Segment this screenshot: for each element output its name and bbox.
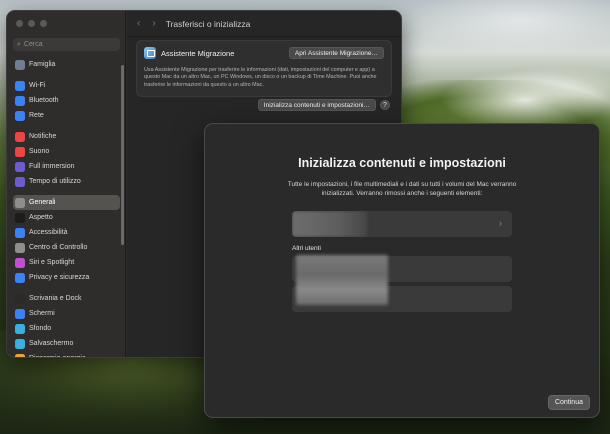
sidebar-item-label: Centro di Controllo (29, 244, 88, 251)
wallpaper-mist (440, 70, 610, 130)
gear-icon (15, 197, 25, 208)
notifications-icon (15, 131, 25, 142)
sidebar-item-label: Bluetooth (29, 97, 59, 104)
sidebar-item-risparmio-energia[interactable]: Risparmio energia (13, 351, 120, 357)
minimize-button[interactable] (28, 20, 35, 27)
screensaver-icon (15, 338, 25, 349)
sidebar-item-label: Scrivania e Dock (29, 295, 82, 302)
sidebar-item-label: Rete (29, 112, 44, 119)
migration-assistant-icon (144, 47, 156, 59)
sidebar-list: Famiglia Wi-Fi Bluetooth Rete Notifiche Suono… (13, 57, 120, 357)
erase-dialog: Inizializza contenuti e impostazioni Tut… (204, 123, 600, 418)
sidebar-item-wi-fi[interactable]: Wi-Fi (13, 78, 120, 93)
wallpaper-icon (15, 323, 25, 334)
sidebar-item-famiglia[interactable]: Famiglia (13, 57, 120, 72)
sidebar-item-label: Famiglia (29, 61, 56, 68)
window-controls (16, 20, 47, 27)
dialog-title: Inizializza contenuti e impostazioni (298, 156, 506, 170)
zoom-button[interactable] (40, 20, 47, 27)
sidebar-item-tempo-di-utilizzo[interactable]: Tempo di utilizzo (13, 174, 120, 189)
sidebar-item-label: Suono (29, 148, 50, 155)
sidebar-item-label: Salvaschermo (29, 340, 74, 347)
sidebar-item-label: Sfondo (29, 325, 52, 332)
redacted-content (296, 255, 388, 305)
erase-all-content-button[interactable]: Inizializza contenuti e impostazioni… (257, 99, 376, 111)
family-icon (15, 59, 25, 70)
network-icon (15, 110, 25, 121)
sidebar-item-centro-di-controllo[interactable]: Centro di Controllo (13, 240, 120, 255)
page-title: Trasferisci o inizializza (165, 18, 251, 29)
migration-title: Assistente Migrazione (161, 48, 235, 58)
help-icon[interactable]: ? (380, 100, 390, 110)
continue-button[interactable]: Continua (547, 395, 590, 410)
sidebar-item-label: Privacy e sicurezza (29, 274, 90, 281)
sidebar-item-bluetooth[interactable]: Bluetooth (13, 93, 120, 108)
sidebar-item-schermi[interactable]: Schermi (13, 306, 120, 321)
sidebar-item-sfondo[interactable]: Sfondo (13, 321, 120, 336)
open-migration-button[interactable]: Apri Assistente Migrazione… (288, 47, 384, 59)
search-icon: ⌕ (17, 40, 21, 48)
toolbar: ‹ › Trasferisci o inizializza (127, 11, 401, 37)
chevron-right-icon: › (499, 218, 502, 228)
sidebar-item-label: Aspetto (29, 214, 53, 221)
sidebar-item-accessibilit[interactable]: Accessibilità (13, 225, 120, 240)
sidebar-item-label: Notifiche (29, 133, 57, 140)
screen-time-icon (15, 176, 25, 187)
dialog-description: Tutte le impostazioni, i file multimedia… (287, 181, 517, 197)
sidebar-item-label: Full immersion (29, 163, 75, 170)
sidebar-item-label: Wi-Fi (29, 82, 46, 89)
accessibility-icon (15, 227, 25, 238)
sidebar-item-label: Siri e Spotlight (29, 259, 75, 266)
sidebar-item-label: Schermi (29, 310, 55, 317)
sidebar-item-label: Tempo di utilizzo (29, 178, 81, 185)
wifi-icon (15, 80, 25, 91)
sidebar-item-notifiche[interactable]: Notifiche (13, 129, 120, 144)
display-icon (15, 308, 25, 319)
sidebar-item-privacy-e-sicurezza[interactable]: Privacy e sicurezza (13, 270, 120, 285)
control-center-icon (15, 242, 25, 253)
back-chevron-icon[interactable]: ‹ (137, 18, 140, 29)
battery-icon (15, 353, 25, 357)
sidebar-item-suono[interactable]: Suono (13, 144, 120, 159)
sidebar-item-generali[interactable]: Generali (13, 195, 120, 210)
search-field[interactable]: ⌕ (13, 38, 120, 51)
sound-icon (15, 146, 25, 157)
sidebar-item-scrivania-e-dock[interactable]: Scrivania e Dock (13, 291, 120, 306)
dock-icon (15, 293, 25, 304)
sidebar-item-aspetto[interactable]: Aspetto (13, 210, 120, 225)
other-users-label: Altri utenti (292, 245, 321, 252)
sidebar-item-full-immersion[interactable]: Full immersion (13, 159, 120, 174)
hand-icon (15, 272, 25, 283)
bluetooth-icon (15, 95, 25, 106)
migration-description: Usa Assistente Migrazione per trasferire… (144, 67, 377, 88)
reset-row: Inizializza contenuti e impostazioni… ? (257, 99, 390, 111)
sidebar-item-salvaschermo[interactable]: Salvaschermo (13, 336, 120, 351)
sidebar-item-rete[interactable]: Rete (13, 108, 120, 123)
redacted-content (292, 211, 367, 237)
sidebar: ⌕ Famiglia Wi-Fi Bluetooth Rete Notifiche Suo… (7, 11, 126, 357)
migration-card: Assistente Migrazione Apri Assistente Mi… (136, 40, 392, 97)
sidebar-item-label: Accessibilità (29, 229, 68, 236)
siri-icon (15, 257, 25, 268)
sidebar-scrollbar[interactable] (121, 65, 124, 245)
appearance-icon (15, 212, 25, 223)
search-input[interactable] (23, 41, 114, 48)
sidebar-item-siri-e-spotlight[interactable]: Siri e Spotlight (13, 255, 120, 270)
forward-chevron-icon[interactable]: › (152, 18, 155, 29)
focus-icon (15, 161, 25, 172)
sidebar-item-label: Risparmio energia (29, 355, 86, 357)
removed-item-row[interactable]: › (292, 211, 512, 237)
close-button[interactable] (16, 20, 23, 27)
sidebar-item-label: Generali (29, 199, 56, 206)
